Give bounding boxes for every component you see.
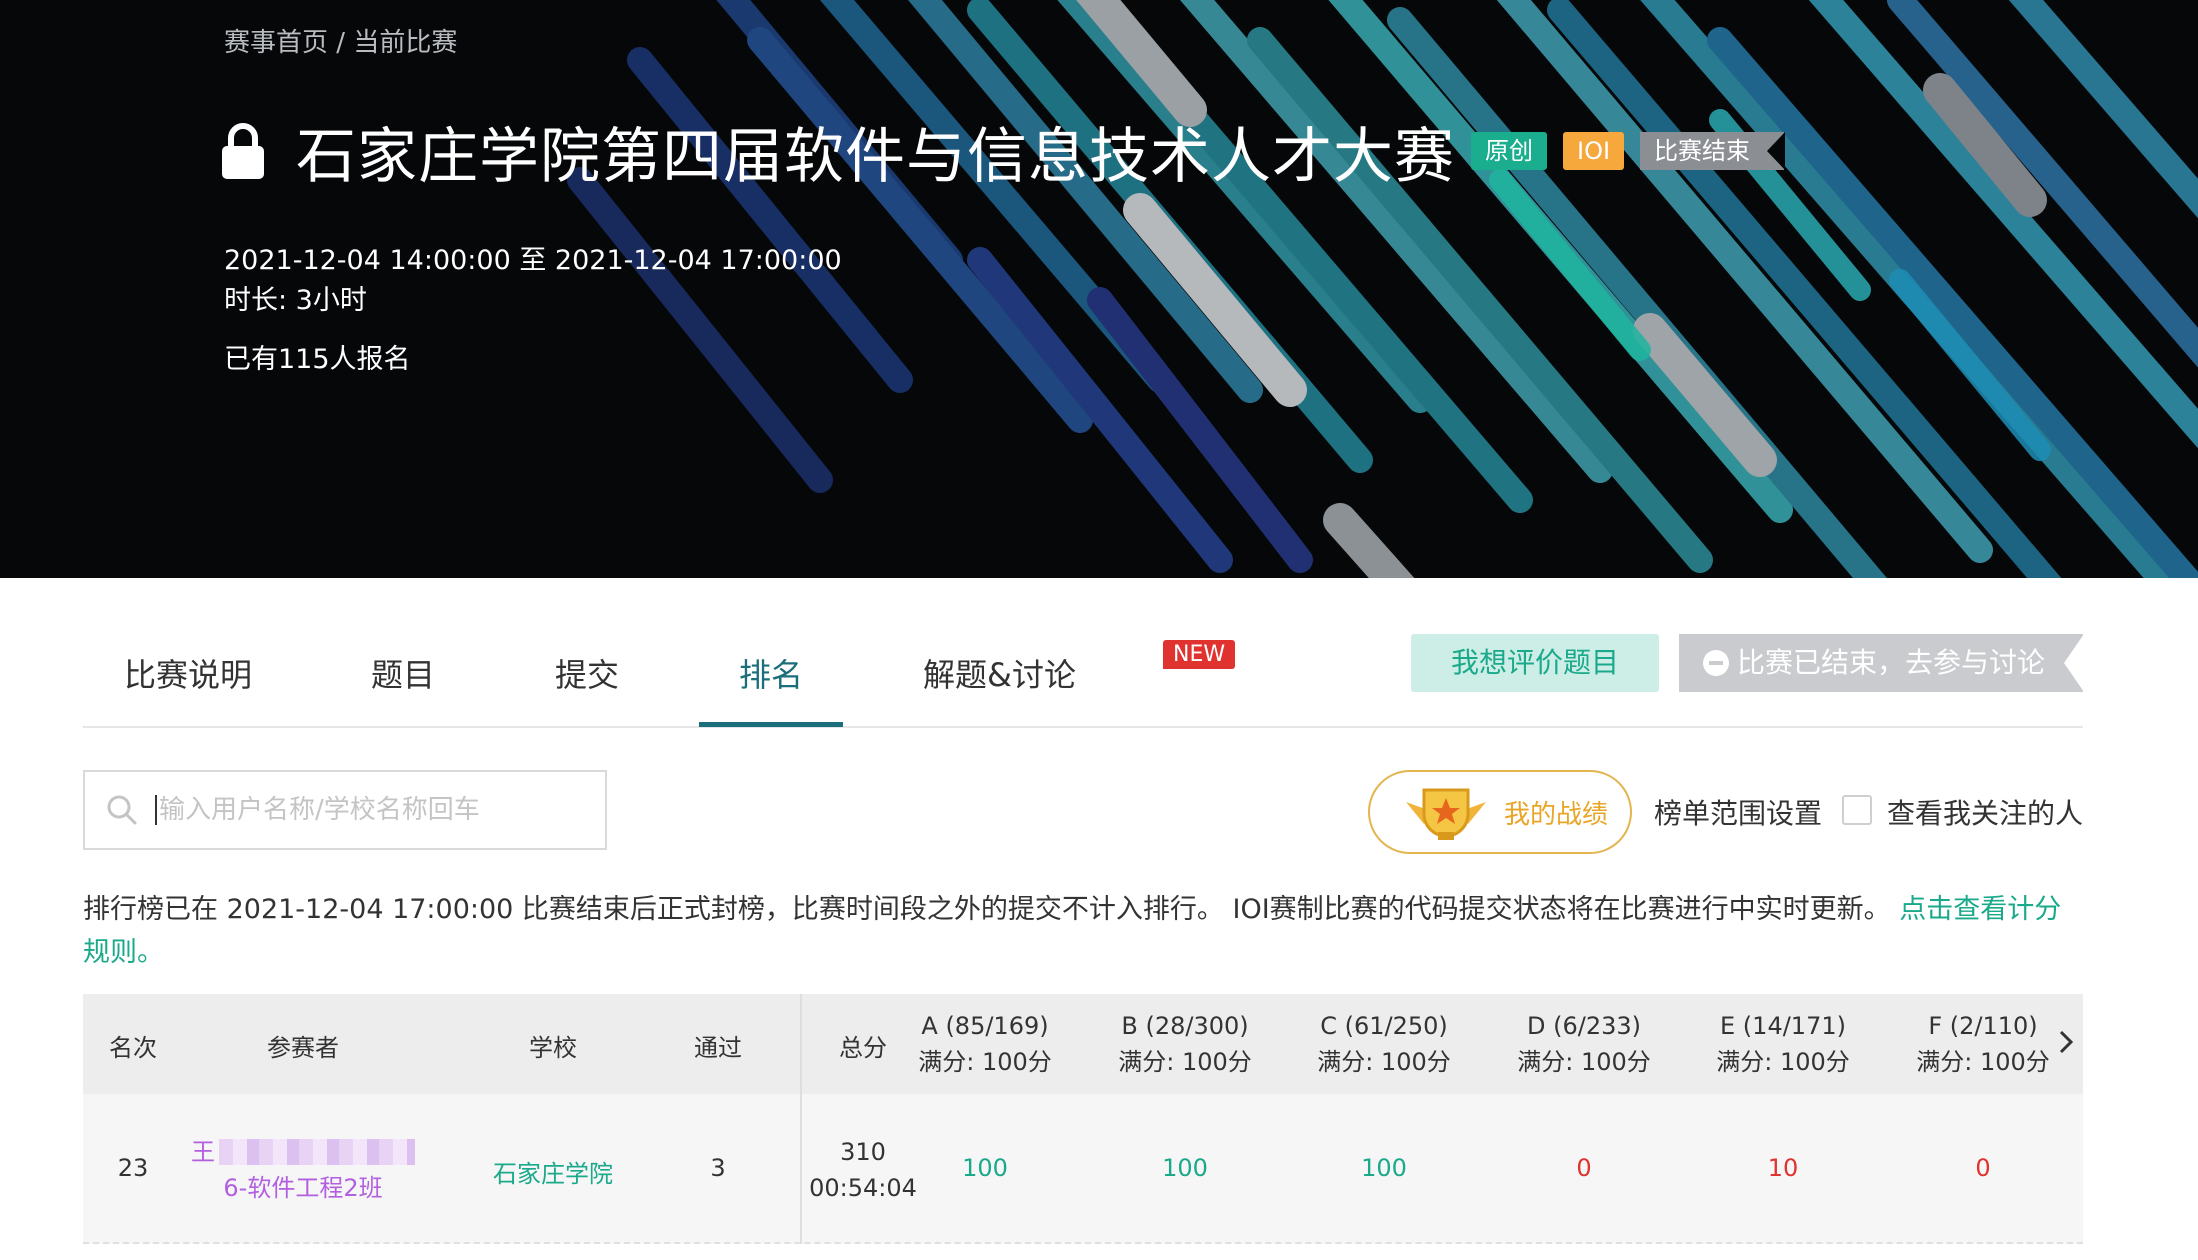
new-badge: NEW [1163,640,1236,669]
problem-d-full-score: 满分: 100分 [1517,1048,1651,1076]
evaluate-problems-button[interactable]: 我想评价题目 [1411,634,1659,692]
go-discuss-button[interactable]: 比赛已结束，去参与讨论 [1679,634,2084,692]
contest-tabs: 比赛说明 题目 提交 排名 解题&讨论 NEW 我想评价题目 比赛已结束，去参与… [83,598,2084,728]
header-problem-b[interactable]: B (28/300) 满分: 100分 [1095,1008,1275,1080]
problem-a-full-score: 满分: 100分 [918,1048,1052,1076]
ranking-table-header: 名次 参赛者 学校 通过 总分 A (85/169) 满分: 100分 B (2… [83,994,2083,1094]
row-rank: 23 [117,1154,149,1182]
tab-problems[interactable]: 题目 [371,650,435,696]
header-problem-c[interactable]: C (61/250) 满分: 100分 [1294,1008,1474,1080]
contest-title: 石家庄学院第四届软件与信息技术人才大赛 [296,121,1455,192]
problem-f-full-score: 满分: 100分 [1916,1048,2050,1076]
header-problem-a[interactable]: A (85/169) 满分: 100分 [895,1008,1075,1080]
follow-checkbox[interactable] [1842,795,1872,825]
tag-ioi: IOI [1563,132,1625,170]
problem-a-title: A (85/169) [921,1012,1049,1040]
search-box [83,770,607,850]
header-problem-e[interactable]: E (14/171) 满分: 100分 [1693,1008,1873,1080]
problem-c-full-score: 满分: 100分 [1317,1048,1451,1076]
participant-class: 6-软件工程2班 [223,1174,383,1202]
header-passed: 通过 [694,1034,742,1062]
tab-submissions[interactable]: 提交 [555,650,619,696]
problem-b-full-score: 满分: 100分 [1118,1048,1252,1076]
header-problem-f[interactable]: F (2/110) 满分: 100分 [1893,1008,2073,1080]
row-score-a[interactable]: 100 [895,1154,1075,1182]
tab-contest-info[interactable]: 比赛说明 [124,650,252,696]
lock-icon [222,123,264,179]
ranking-range-setting[interactable]: 榜单范围设置 [1654,792,1822,832]
breadcrumb-current: 当前比赛 [353,28,458,58]
problem-d-title: D (6/233) [1527,1012,1641,1040]
row-score-b[interactable]: 100 [1095,1154,1275,1182]
search-icon [107,795,137,825]
table-row: 23 王 6-软件工程2班 石家庄学院 3 310 00:54:04 100 1… [83,1094,2083,1244]
minus-circle-icon [1703,650,1729,676]
row-participant[interactable]: 王 6-软件工程2班 [173,1134,433,1206]
problem-e-full-score: 满分: 100分 [1716,1048,1850,1076]
breadcrumb-separator: / [336,28,346,58]
go-discuss-label: 比赛已结束，去参与讨论 [1737,646,2046,679]
problem-c-title: C (61/250) [1320,1012,1448,1040]
tag-contest-ended: 比赛结束 [1640,132,1786,170]
row-school[interactable]: 石家庄学院 [463,1154,643,1189]
header-problem-d[interactable]: D (6/233) 满分: 100分 [1494,1008,1674,1080]
tab-solutions-discussion[interactable]: 解题&讨论 [923,650,1076,696]
ranking-notice: 排行榜已在 2021-12-04 17:00:00 比赛结束后正式封榜，比赛时间… [83,888,2083,974]
row-passed: 3 [710,1154,726,1182]
contest-banner: 赛事首页 / 当前比赛 石家庄学院第四届软件与信息技术人才大赛 原创 IOI 比… [0,0,2198,578]
ranking-notice-text: 排行榜已在 2021-12-04 17:00:00 比赛结束后正式封榜，比赛时间… [83,894,1891,925]
row-score-c[interactable]: 100 [1294,1154,1474,1182]
search-input[interactable] [155,795,555,825]
my-record-button[interactable]: 我的战绩 [1368,770,1632,854]
problem-e-title: E (14/171) [1720,1012,1846,1040]
breadcrumb-home-link[interactable]: 赛事首页 [224,28,328,58]
follow-checkbox-label: 查看我关注的人 [1887,797,2084,830]
row-score-f[interactable]: 0 [1893,1154,2073,1182]
header-school: 学校 [529,1034,577,1062]
table-column-divider [800,994,802,1244]
problem-f-title: F (2/110) [1928,1012,2038,1040]
contest-title-row: 石家庄学院第四届软件与信息技术人才大赛 原创 IOI 比赛结束 [222,108,1786,194]
header-rank: 名次 [109,1034,157,1062]
contest-duration: 时长: 3小时 [224,285,367,316]
tab-ranking[interactable]: 排名 [739,650,803,696]
participant-name: 王 [191,1138,215,1166]
chevron-right-icon[interactable] [2056,1028,2076,1056]
contest-registered-count: 已有115人报名 [224,344,411,375]
my-record-label: 我的战绩 [1504,799,1609,830]
row-score-e[interactable]: 10 [1693,1154,1873,1182]
breadcrumb: 赛事首页 / 当前比赛 [224,22,457,59]
active-tab-indicator [699,722,843,727]
trophy-badge-icon [1406,788,1486,840]
header-participant: 参赛者 [267,1034,339,1062]
tag-original: 原创 [1471,132,1547,170]
pixelated-name-mask [219,1139,415,1165]
row-score-d[interactable]: 0 [1494,1154,1674,1182]
contest-time-range: 2021-12-04 14:00:00 至 2021-12-04 17:00:0… [224,245,842,276]
problem-b-title: B (28/300) [1121,1012,1249,1040]
